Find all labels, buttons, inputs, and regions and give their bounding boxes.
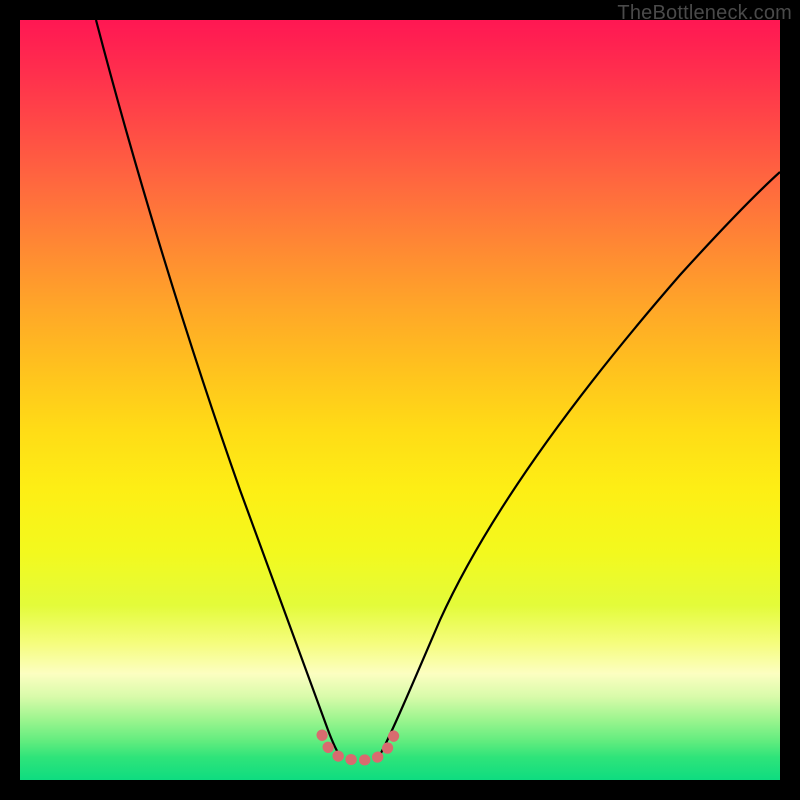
plot-area <box>20 20 780 780</box>
chart-frame: TheBottleneck.com <box>0 0 800 800</box>
curve-right-path <box>381 172 780 753</box>
valley-highlight-path <box>322 730 396 760</box>
chart-svg <box>20 20 780 780</box>
curve-left-path <box>96 20 340 756</box>
